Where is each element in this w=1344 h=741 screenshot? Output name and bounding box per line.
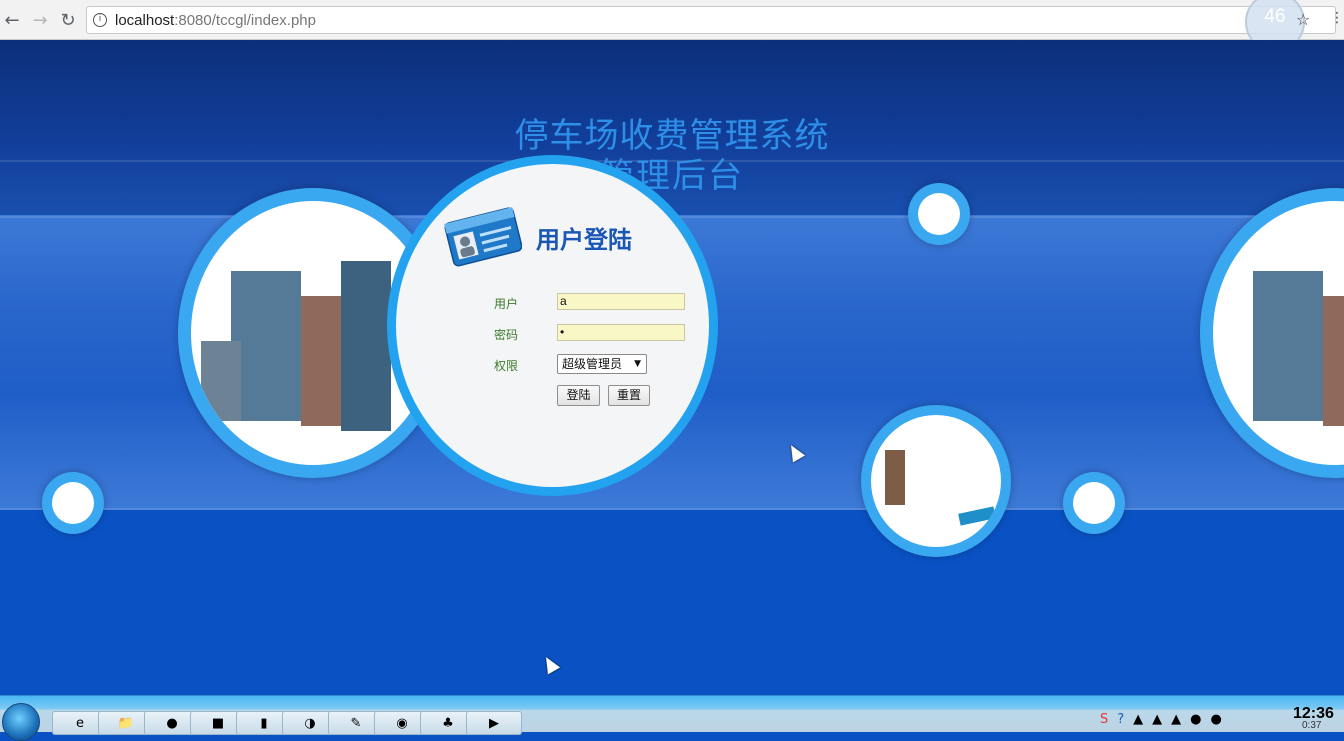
temple-photo-circle bbox=[861, 405, 1011, 557]
role-select-value: 超级管理员 bbox=[562, 357, 623, 371]
dropdown-arrow-icon: ▼ bbox=[634, 359, 641, 369]
forward-arrow-icon[interactable]: → bbox=[28, 8, 52, 32]
address-bar[interactable]: i localhost:8080/tccgl/index.php bbox=[86, 6, 1336, 34]
url-text[interactable]: localhost:8080/tccgl/index.php bbox=[115, 12, 316, 29]
password-label: 密码 bbox=[494, 328, 519, 342]
password-input[interactable]: • bbox=[557, 324, 685, 341]
login-button[interactable]: 登陆 bbox=[557, 385, 600, 406]
login-heading: 用户登陆 bbox=[536, 225, 632, 254]
reset-button[interactable]: 重置 bbox=[608, 385, 650, 406]
qq-icon[interactable]: ● bbox=[1211, 712, 1222, 732]
page-subtitle: 管理后台 bbox=[600, 156, 744, 196]
decor-circle bbox=[908, 183, 970, 245]
decor-circle bbox=[1063, 472, 1125, 534]
help-icon[interactable]: ? bbox=[1117, 712, 1124, 732]
start-button-icon[interactable] bbox=[2, 703, 40, 741]
bookmark-star-icon[interactable]: ☆ bbox=[1296, 10, 1310, 29]
temple-photo bbox=[871, 415, 1001, 547]
tray-app-icon[interactable]: ▲ bbox=[1152, 712, 1162, 732]
username-label: 用户 bbox=[494, 297, 519, 311]
reload-icon[interactable]: ↻ bbox=[56, 8, 80, 32]
sogou-ime-icon[interactable]: S bbox=[1100, 712, 1108, 732]
username-input[interactable]: a bbox=[557, 293, 685, 310]
role-label: 权限 bbox=[494, 359, 519, 373]
id-card-icon bbox=[444, 207, 522, 267]
windows-taskbar: e 📁 ● ■ ▮ ◑ ✎ ◉ ♣ ▶ S ? ▲ ▲ ▲ ● ● 12:36 … bbox=[0, 695, 1344, 741]
background-stripe bbox=[0, 508, 1344, 510]
city-photo-right bbox=[1213, 201, 1344, 465]
role-select[interactable]: 超级管理员 ▼ bbox=[557, 354, 647, 374]
browser-toolbar: ← → ↻ i localhost:8080/tccgl/index.php 4… bbox=[0, 0, 1344, 52]
decor-circle bbox=[42, 472, 104, 534]
tray-app-icon[interactable]: ▲ bbox=[1171, 712, 1181, 732]
background-band-bottom bbox=[0, 510, 1344, 695]
taskbar-vs-icon[interactable]: ▶ bbox=[466, 711, 522, 735]
info-icon[interactable]: i bbox=[93, 13, 107, 27]
system-tray: S ? ▲ ▲ ▲ ● ● bbox=[1100, 712, 1222, 732]
tray-expand-icon[interactable]: ▲ bbox=[1133, 712, 1143, 732]
qq-icon[interactable]: ● bbox=[1190, 712, 1201, 732]
menu-icon[interactable]: ⋮ bbox=[1330, 10, 1344, 26]
back-arrow-icon[interactable]: ← bbox=[0, 8, 24, 32]
taskbar-clock-sub: 0:37 bbox=[1302, 720, 1322, 731]
